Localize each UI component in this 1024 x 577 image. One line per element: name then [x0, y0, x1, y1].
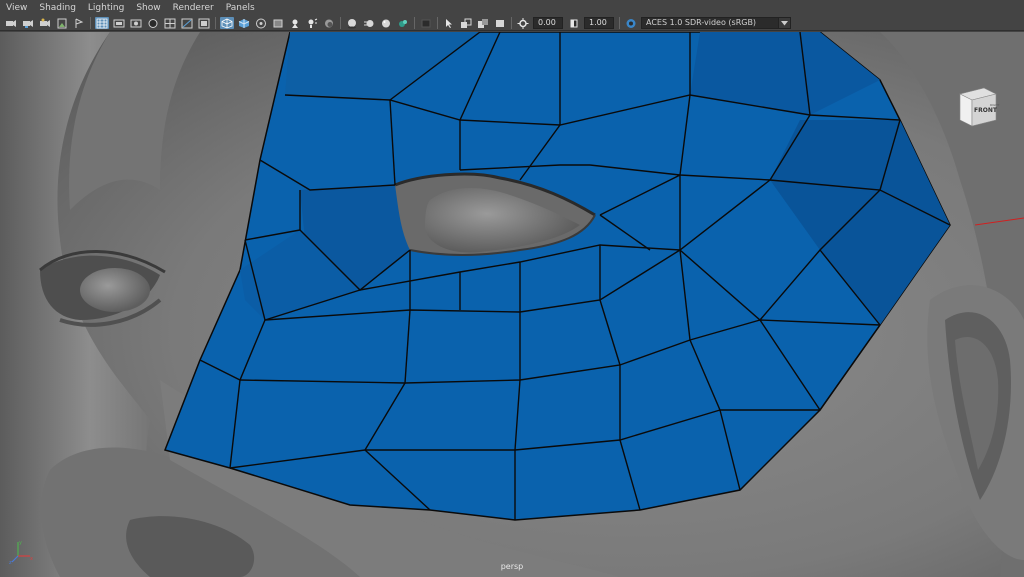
toolbar-separator: [340, 17, 341, 29]
gamma-icon[interactable]: [567, 17, 581, 29]
ambient-occlusion-icon[interactable]: [345, 17, 359, 29]
panel-toolbar: 0.00 1.00 ACES 1.0 SDR-video (sRGB): [0, 16, 1024, 31]
image-plane-icon[interactable]: [55, 17, 69, 29]
grid-icon[interactable]: [95, 17, 109, 29]
chevron-down-icon: [778, 18, 790, 28]
color-space-value: ACES 1.0 SDR-video (sRGB): [646, 18, 757, 27]
viewcube-front-label: FRONT: [974, 107, 998, 114]
view-cube[interactable]: FRONT RIGHT: [952, 80, 1002, 130]
bookmark-icon[interactable]: [38, 17, 52, 29]
isolate-select-icon[interactable]: [419, 17, 433, 29]
color-management-icon[interactable]: [624, 17, 638, 29]
xray-joints-icon[interactable]: [442, 17, 456, 29]
exposure-icon[interactable]: [516, 17, 530, 29]
camera-select-icon[interactable]: [4, 17, 18, 29]
smooth-shade-icon[interactable]: [237, 17, 251, 29]
toolbar-separator: [511, 17, 512, 29]
xray-active-icon[interactable]: [459, 17, 473, 29]
gamma-field[interactable]: 1.00: [584, 17, 614, 29]
xray-icon[interactable]: [288, 17, 302, 29]
anti-aliasing-icon[interactable]: [379, 17, 393, 29]
safe-title-icon[interactable]: [197, 17, 211, 29]
menu-panels[interactable]: Panels: [226, 3, 255, 13]
menu-renderer[interactable]: Renderer: [173, 3, 214, 13]
svg-text:y: y: [19, 540, 22, 546]
menu-view[interactable]: View: [6, 3, 27, 13]
film-gate-icon[interactable]: [112, 17, 126, 29]
color-space-dropdown[interactable]: ACES 1.0 SDR-video (sRGB): [641, 17, 791, 29]
use-all-lights-icon[interactable]: [305, 17, 319, 29]
axis-gizmo-icon: y x z: [9, 540, 33, 564]
shadows-icon[interactable]: [322, 17, 336, 29]
backface-culling-icon[interactable]: [476, 17, 490, 29]
menu-lighting[interactable]: Lighting: [88, 3, 124, 13]
toolbar-separator: [414, 17, 415, 29]
default-material-icon[interactable]: [254, 17, 268, 29]
frame-icon[interactable]: [493, 17, 507, 29]
camera-attributes-icon[interactable]: [21, 17, 35, 29]
gate-mask-icon[interactable]: [146, 17, 160, 29]
menu-show[interactable]: Show: [136, 3, 160, 13]
exposure-field[interactable]: 0.00: [533, 17, 563, 29]
viewcube-right-label: RIGHT: [990, 103, 1000, 107]
toolbar-separator: [90, 17, 91, 29]
panel-menu-bar: View Shading Lighting Show Renderer Pane…: [0, 0, 1024, 16]
wireframe-icon[interactable]: [220, 17, 234, 29]
depth-of-field-icon[interactable]: [396, 17, 410, 29]
safe-action-icon[interactable]: [180, 17, 194, 29]
toolbar-separator: [215, 17, 216, 29]
camera-name-label: persp: [500, 562, 524, 571]
toolbar-separator: [619, 17, 620, 29]
perspective-viewport[interactable]: FRONT RIGHT y x z: [0, 32, 1024, 577]
menu-shading[interactable]: Shading: [39, 3, 76, 13]
field-chart-icon[interactable]: [163, 17, 177, 29]
motion-blur-icon[interactable]: [362, 17, 376, 29]
head-model-scene[interactable]: [0, 32, 1024, 577]
resolution-gate-icon[interactable]: [129, 17, 143, 29]
toolbar-separator: [437, 17, 438, 29]
bookmark-arrow-icon[interactable]: [72, 17, 86, 29]
wireframe-on-shaded-icon[interactable]: [271, 17, 285, 29]
